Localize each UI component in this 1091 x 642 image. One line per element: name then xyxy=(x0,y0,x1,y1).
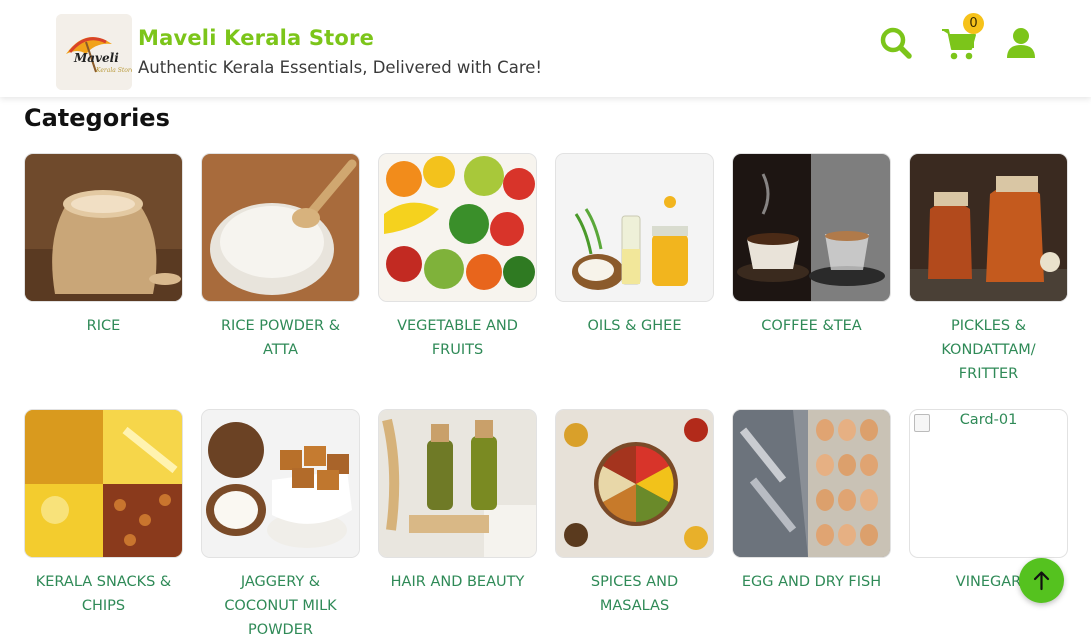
category-card-hair-beauty[interactable]: Hair and Beauty xyxy=(378,409,537,594)
category-image xyxy=(378,153,537,302)
category-label: Rice xyxy=(86,318,121,334)
category-card-jaggery-coconut[interactable]: Jaggery & Coconut Milk Powder xyxy=(201,409,360,642)
category-label: Oils & Ghee xyxy=(587,318,682,334)
category-image xyxy=(201,153,360,302)
category-image xyxy=(732,153,891,302)
category-card-oils-ghee[interactable]: Oils & Ghee xyxy=(555,153,714,338)
category-card-egg-dry-fish[interactable]: Egg and Dry Fish xyxy=(732,409,891,594)
category-label: Jaggery & Coconut Milk Powder xyxy=(224,574,337,638)
site-header: Maveli Kerala Store Maveli Kerala Store … xyxy=(0,0,1091,97)
category-image xyxy=(555,153,714,302)
category-card-vegetable-fruits[interactable]: Vegetable and Fruits xyxy=(378,153,537,362)
image-alt-text: Card-01 xyxy=(959,412,1018,428)
category-image xyxy=(378,409,537,558)
brand-title[interactable]: Maveli Kerala Store xyxy=(138,26,374,50)
search-icon[interactable] xyxy=(879,26,913,64)
category-image xyxy=(201,409,360,558)
cart-count-badge: 0 xyxy=(963,13,984,34)
categories-heading: Categories xyxy=(24,104,170,132)
category-image xyxy=(24,409,183,558)
category-card-kerala-snacks[interactable]: Kerala Snacks & Chips xyxy=(24,409,183,618)
category-label: Hair and Beauty xyxy=(390,574,525,590)
category-label: Egg and Dry Fish xyxy=(741,574,882,590)
category-card-rice-powder-atta[interactable]: Rice Powder & Atta xyxy=(201,153,360,362)
brand-tagline: Authentic Kerala Essentials, Delivered w… xyxy=(138,58,543,77)
category-image xyxy=(555,409,714,558)
category-card-spices-masalas[interactable]: Spices and Masalas xyxy=(555,409,714,618)
arrow-up-icon xyxy=(1033,571,1050,591)
svg-text:Maveli: Maveli xyxy=(73,51,119,65)
category-label: Spices and Masalas xyxy=(590,574,679,614)
scroll-to-top-button[interactable] xyxy=(1019,558,1064,603)
category-label: Coffee &Tea xyxy=(761,318,862,334)
category-label: Vegetable and Fruits xyxy=(397,318,518,358)
category-image xyxy=(909,153,1068,302)
category-label: Kerala Snacks & Chips xyxy=(35,574,172,614)
category-card-coffee-tea[interactable]: Coffee &Tea xyxy=(732,153,891,338)
user-icon[interactable] xyxy=(1006,27,1036,63)
category-label: Rice Powder & Atta xyxy=(220,318,341,358)
store-logo[interactable]: Maveli Kerala Store xyxy=(56,14,132,90)
category-card-rice[interactable]: Rice xyxy=(24,153,183,338)
umbrella-logo-icon: Maveli Kerala Store xyxy=(56,14,132,90)
category-label: Pickles & Kondattam/ Fritter xyxy=(941,318,1036,382)
category-image xyxy=(24,153,183,302)
category-image-broken: Card-01 xyxy=(909,409,1068,558)
svg-text:Kerala Store: Kerala Store xyxy=(95,67,132,74)
category-card-pickles[interactable]: Pickles & Kondattam/ Fritter xyxy=(909,153,1068,386)
category-image xyxy=(732,409,891,558)
